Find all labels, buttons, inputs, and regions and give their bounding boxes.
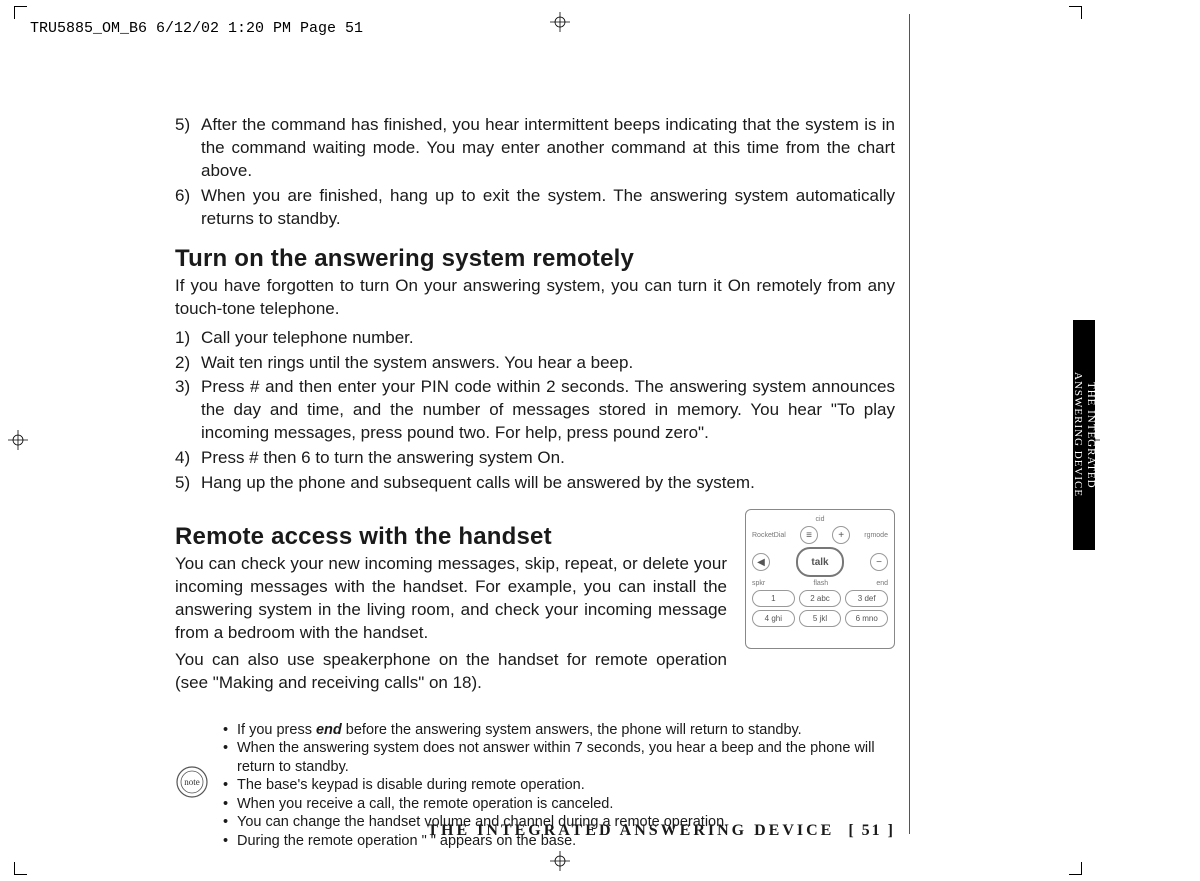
slug-line: TRU5885_OM_B6 6/12/02 1:20 PM Page 51 <box>30 20 363 37</box>
kp-label-flash: flash <box>813 580 828 587</box>
footer-title: THE INTEGRATED ANSWERING DEVICE <box>427 822 834 840</box>
list-text: Wait ten rings until the system answers.… <box>201 352 895 375</box>
list-text: After the command has finished, you hear… <box>201 114 895 183</box>
heading-turn-on-remotely: Turn on the answering system remotely <box>175 245 895 273</box>
list-text: Press # and then enter your PIN code wit… <box>201 376 895 445</box>
list-num: 1) <box>175 327 201 350</box>
side-tab-line1: THE INTEGRATED <box>1085 382 1097 489</box>
list-text: Call your telephone number. <box>201 327 895 350</box>
list-num: 6) <box>175 185 201 231</box>
paragraph: You can check your new incoming messages… <box>175 553 727 645</box>
key-5: 5 jkl <box>799 610 842 627</box>
left-icon: ◀ <box>752 553 770 571</box>
note-item: If you press end before the answering sy… <box>223 721 895 740</box>
list-text: Press # then 6 to turn the answering sys… <box>201 447 895 470</box>
kp-label-cid: cid <box>752 516 888 523</box>
paragraph: You can also use speakerphone on the han… <box>175 649 727 695</box>
end-key: end <box>316 722 342 738</box>
handset-keypad-illustration: cid RocketDial ≡ + rgmode ◀ talk − spkr … <box>745 509 895 649</box>
registration-mark-top <box>550 12 570 32</box>
footer: THE INTEGRATED ANSWERING DEVICE [ 51 ] <box>175 822 895 840</box>
registration-mark-bottom <box>550 851 570 871</box>
vertical-rule <box>909 14 910 834</box>
kp-label-end: end <box>876 580 888 587</box>
footer-page-number: [ 51 ] <box>848 822 895 840</box>
list-num: 5) <box>175 472 201 495</box>
paragraph: If you have forgotten to turn On your an… <box>175 275 895 321</box>
talk-button: talk <box>796 547 844 577</box>
crop-mark-tl <box>14 6 27 19</box>
crop-mark-bl <box>14 862 27 875</box>
note-icon: note <box>175 765 209 799</box>
side-tab: THE INTEGRATED ANSWERING DEVICE <box>1073 320 1095 550</box>
list-num: 5) <box>175 114 201 183</box>
list-num: 3) <box>175 376 201 445</box>
key-4: 4 ghi <box>752 610 795 627</box>
note-item: When the answering system does not answe… <box>223 739 895 776</box>
kp-label-rgmode: rgmode <box>864 532 888 539</box>
heading-remote-access-handset: Remote access with the handset <box>175 523 727 551</box>
page: TRU5885_OM_B6 6/12/02 1:20 PM Page 51 TH… <box>0 0 1200 881</box>
kp-label-spkr: spkr <box>752 580 765 587</box>
note-item: The base's keypad is disable during remo… <box>223 776 895 795</box>
minus-icon: − <box>870 553 888 571</box>
key-1: 1 <box>752 590 795 607</box>
registration-mark-left <box>8 430 28 450</box>
key-3: 3 def <box>845 590 888 607</box>
crop-mark-br <box>1069 862 1082 875</box>
menu-icon: ≡ <box>800 526 818 544</box>
steps-list: 1)Call your telephone number. 2)Wait ten… <box>175 327 895 496</box>
list-num: 2) <box>175 352 201 375</box>
key-2: 2 abc <box>799 590 842 607</box>
continued-list: 5)After the command has finished, you he… <box>175 114 895 231</box>
list-text: When you are finished, hang up to exit t… <box>201 185 895 231</box>
note-item: When you receive a call, the remote oper… <box>223 795 895 814</box>
kp-label-rocket: RocketDial <box>752 532 786 539</box>
plus-icon: + <box>832 526 850 544</box>
list-num: 4) <box>175 447 201 470</box>
list-text: Hang up the phone and subsequent calls w… <box>201 472 895 495</box>
crop-mark-tr <box>1069 6 1082 19</box>
side-tab-line2: ANSWERING DEVICE <box>1072 372 1084 497</box>
key-6: 6 mno <box>845 610 888 627</box>
body: 5)After the command has finished, you he… <box>175 114 895 851</box>
svg-text:note: note <box>184 777 200 787</box>
